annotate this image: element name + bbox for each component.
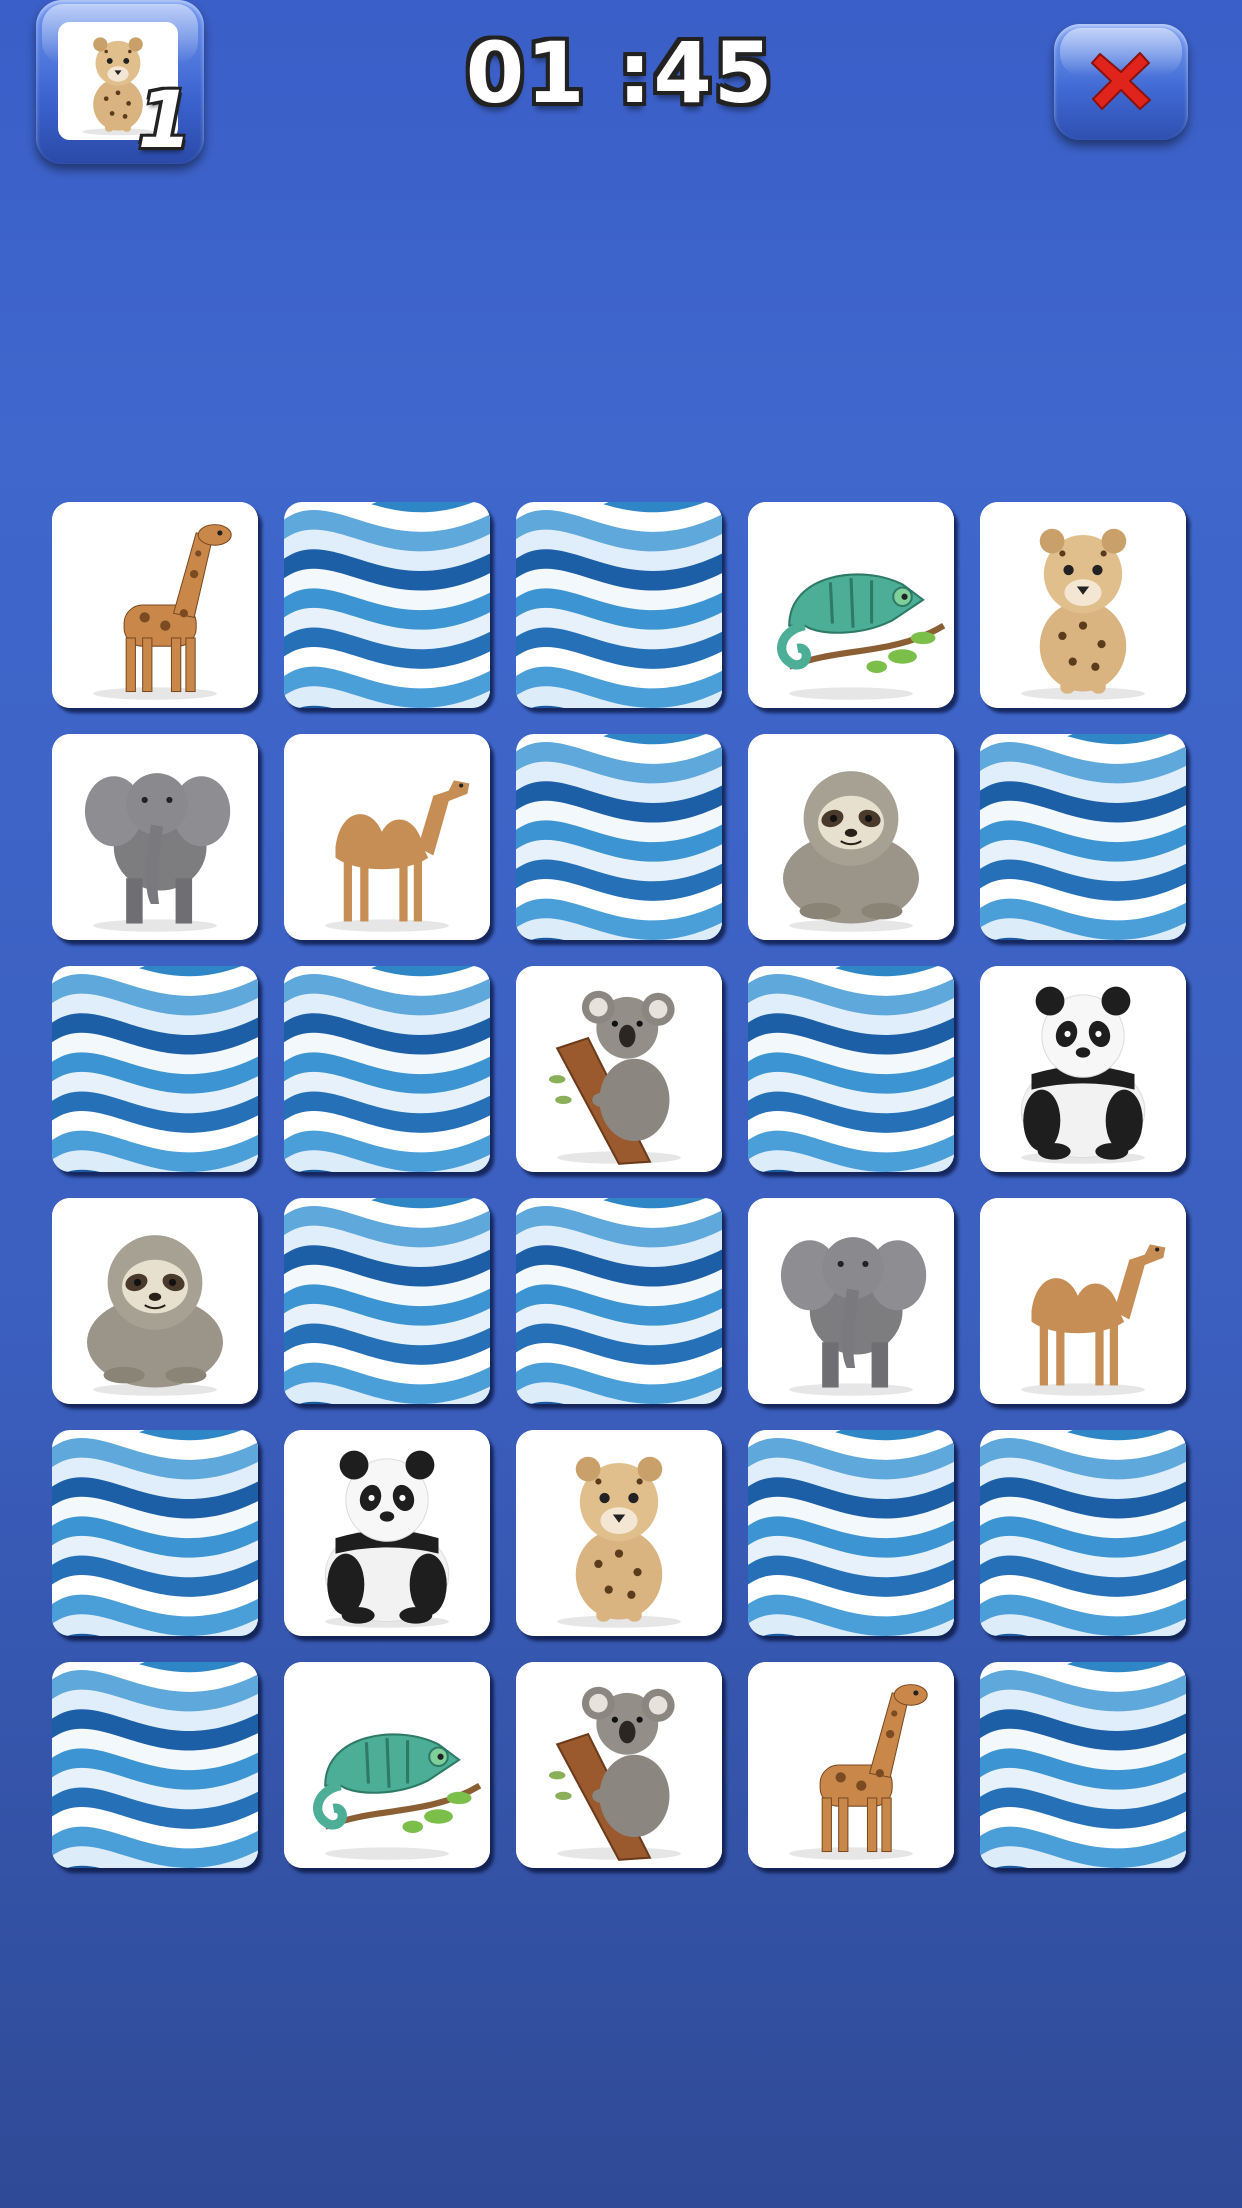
matched-count: 1 xyxy=(137,76,192,166)
wave-pattern-icon xyxy=(284,1198,490,1404)
card-back[interactable] xyxy=(748,1430,954,1636)
close-x-icon xyxy=(1091,52,1151,110)
wave-pattern-icon xyxy=(284,966,490,1172)
wave-pattern-icon xyxy=(748,966,954,1172)
card-giraffe[interactable] xyxy=(748,1662,954,1868)
giraffe-icon xyxy=(52,502,258,708)
card-back[interactable] xyxy=(980,1430,1186,1636)
card-back[interactable] xyxy=(748,966,954,1172)
wave-pattern-icon xyxy=(748,1430,954,1636)
koala-icon xyxy=(516,1662,722,1868)
card-back[interactable] xyxy=(284,1198,490,1404)
wave-pattern-icon xyxy=(980,734,1186,940)
wave-pattern-icon xyxy=(52,966,258,1172)
panda-icon xyxy=(980,966,1186,1172)
card-panda[interactable] xyxy=(980,966,1186,1172)
elephant-icon xyxy=(52,734,258,940)
elephant-icon xyxy=(748,1198,954,1404)
card-koala[interactable] xyxy=(516,1662,722,1868)
memory-card-grid xyxy=(52,502,1186,1868)
camel-icon xyxy=(284,734,490,940)
sloth-icon xyxy=(52,1198,258,1404)
countdown-timer: 01 :45 xyxy=(465,24,775,122)
card-camel[interactable] xyxy=(980,1198,1186,1404)
card-back[interactable] xyxy=(52,966,258,1172)
wave-pattern-icon xyxy=(284,502,490,708)
card-back[interactable] xyxy=(980,1662,1186,1868)
card-koala[interactable] xyxy=(516,966,722,1172)
card-camel[interactable] xyxy=(284,734,490,940)
card-back[interactable] xyxy=(516,1198,722,1404)
wave-pattern-icon xyxy=(516,502,722,708)
koala-icon xyxy=(516,966,722,1172)
card-panda[interactable] xyxy=(284,1430,490,1636)
card-back[interactable] xyxy=(980,734,1186,940)
card-sloth[interactable] xyxy=(52,1198,258,1404)
matched-pairs-counter: 1 xyxy=(36,0,204,164)
card-back[interactable] xyxy=(516,502,722,708)
close-button[interactable] xyxy=(1054,24,1188,140)
chameleon-icon xyxy=(284,1662,490,1868)
wave-pattern-icon xyxy=(516,1198,722,1404)
wave-pattern-icon xyxy=(516,734,722,940)
card-elephant[interactable] xyxy=(52,734,258,940)
wave-pattern-icon xyxy=(980,1662,1186,1868)
cheetah-icon xyxy=(980,502,1186,708)
card-back[interactable] xyxy=(284,966,490,1172)
card-giraffe[interactable] xyxy=(52,502,258,708)
card-cheetah[interactable] xyxy=(980,502,1186,708)
card-chameleon[interactable] xyxy=(284,1662,490,1868)
wave-pattern-icon xyxy=(980,1430,1186,1636)
card-back[interactable] xyxy=(516,734,722,940)
chameleon-icon xyxy=(748,502,954,708)
cheetah-icon xyxy=(516,1430,722,1636)
sloth-icon xyxy=(748,734,954,940)
card-back[interactable] xyxy=(284,502,490,708)
card-back[interactable] xyxy=(52,1662,258,1868)
wave-pattern-icon xyxy=(52,1430,258,1636)
card-sloth[interactable] xyxy=(748,734,954,940)
card-cheetah[interactable] xyxy=(516,1430,722,1636)
camel-icon xyxy=(980,1198,1186,1404)
panda-icon xyxy=(284,1430,490,1636)
card-chameleon[interactable] xyxy=(748,502,954,708)
card-elephant[interactable] xyxy=(748,1198,954,1404)
card-back[interactable] xyxy=(52,1430,258,1636)
giraffe-icon xyxy=(748,1662,954,1868)
wave-pattern-icon xyxy=(52,1662,258,1868)
